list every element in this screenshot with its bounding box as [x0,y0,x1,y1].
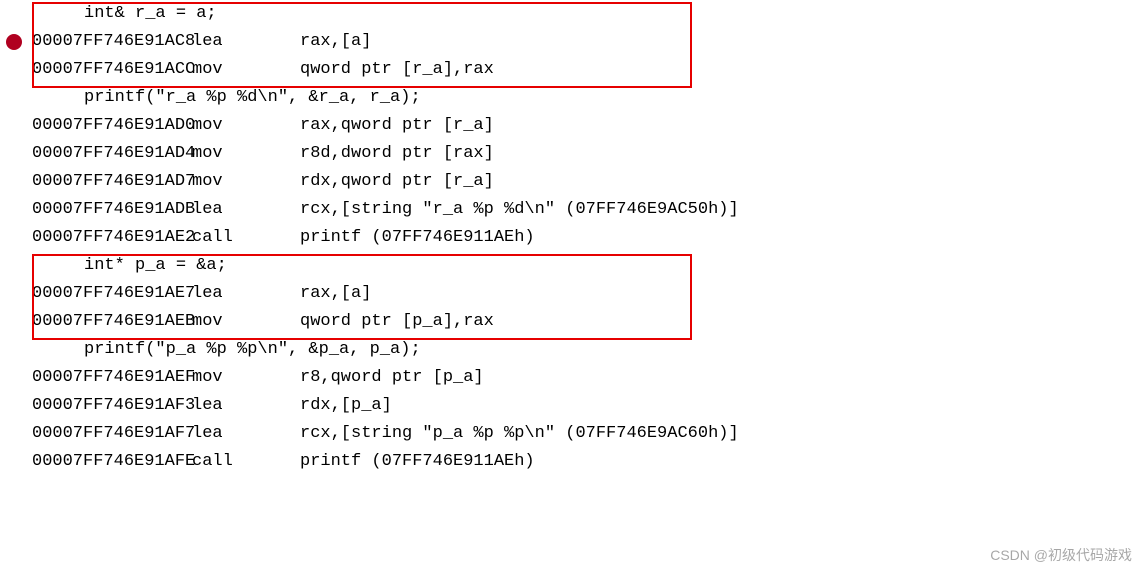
asm-line[interactable]: 00007FF746E91ADBlearcx,[string "r_a %p %… [32,196,1142,224]
source-text: int& r_a = a; [84,0,217,28]
source-text: printf("p_a %p %p\n", &p_a, p_a); [84,336,421,364]
mnemonic: lea [192,196,300,224]
mnemonic: call [192,224,300,252]
disassembly-view[interactable]: int& r_a = a;00007FF746E91AC8learax,[a]0… [0,0,1142,476]
operands: rcx,[string "r_a %p %d\n" (07FF746E9AC50… [300,196,739,224]
operands: rax,[a] [300,28,371,56]
asm-line[interactable]: 00007FF746E91AF7learcx,[string "p_a %p %… [32,420,1142,448]
address: 00007FF746E91AF7 [32,420,192,448]
address: 00007FF746E91AEF [32,364,192,392]
address: 00007FF746E91ACC [32,56,192,84]
operands: rdx,qword ptr [r_a] [300,168,494,196]
address: 00007FF746E91AD7 [32,168,192,196]
address: 00007FF746E91AE2 [32,224,192,252]
mnemonic: mov [192,168,300,196]
asm-line[interactable]: 00007FF746E91AC8learax,[a] [32,28,1142,56]
source-text: printf("r_a %p %d\n", &r_a, r_a); [84,84,421,112]
source-line[interactable]: printf("p_a %p %p\n", &p_a, p_a); [32,336,1142,364]
mnemonic: lea [192,28,300,56]
operands: r8,qword ptr [p_a] [300,364,484,392]
mnemonic: lea [192,420,300,448]
asm-line[interactable]: 00007FF746E91AEFmovr8,qword ptr [p_a] [32,364,1142,392]
address: 00007FF746E91AE7 [32,280,192,308]
operands: printf (07FF746E911AEh) [300,448,535,476]
asm-line[interactable]: 00007FF746E91AE2callprintf (07FF746E911A… [32,224,1142,252]
operands: qword ptr [r_a],rax [300,56,494,84]
mnemonic: mov [192,112,300,140]
address: 00007FF746E91AC8 [32,28,192,56]
mnemonic: mov [192,364,300,392]
mnemonic: call [192,448,300,476]
mnemonic: lea [192,280,300,308]
mnemonic: lea [192,392,300,420]
source-line[interactable]: int& r_a = a; [32,0,1142,28]
source-text: int* p_a = &a; [84,252,227,280]
operands: rcx,[string "p_a %p %p\n" (07FF746E9AC60… [300,420,739,448]
asm-line[interactable]: 00007FF746E91AD4movr8d,dword ptr [rax] [32,140,1142,168]
mnemonic: mov [192,140,300,168]
address: 00007FF746E91AD0 [32,112,192,140]
address: 00007FF746E91AEB [32,308,192,336]
address: 00007FF746E91AFE [32,448,192,476]
operands: rax,[a] [300,280,371,308]
address: 00007FF746E91AD4 [32,140,192,168]
watermark: CSDN @初级代码游戏 [990,545,1132,565]
asm-line[interactable]: 00007FF746E91AF3leardx,[p_a] [32,392,1142,420]
asm-line[interactable]: 00007FF746E91AD7movrdx,qword ptr [r_a] [32,168,1142,196]
asm-line[interactable]: 00007FF746E91AFEcallprintf (07FF746E911A… [32,448,1142,476]
asm-line[interactable]: 00007FF746E91AEBmovqword ptr [p_a],rax [32,308,1142,336]
operands: rdx,[p_a] [300,392,392,420]
breakpoint-icon[interactable] [6,34,22,50]
operands: printf (07FF746E911AEh) [300,224,535,252]
operands: rax,qword ptr [r_a] [300,112,494,140]
address: 00007FF746E91ADB [32,196,192,224]
asm-line[interactable]: 00007FF746E91ACCmovqword ptr [r_a],rax [32,56,1142,84]
operands: r8d,dword ptr [rax] [300,140,494,168]
mnemonic: mov [192,56,300,84]
source-line[interactable]: int* p_a = &a; [32,252,1142,280]
operands: qword ptr [p_a],rax [300,308,494,336]
mnemonic: mov [192,308,300,336]
asm-line[interactable]: 00007FF746E91AE7learax,[a] [32,280,1142,308]
source-line[interactable]: printf("r_a %p %d\n", &r_a, r_a); [32,84,1142,112]
address: 00007FF746E91AF3 [32,392,192,420]
asm-line[interactable]: 00007FF746E91AD0movrax,qword ptr [r_a] [32,112,1142,140]
